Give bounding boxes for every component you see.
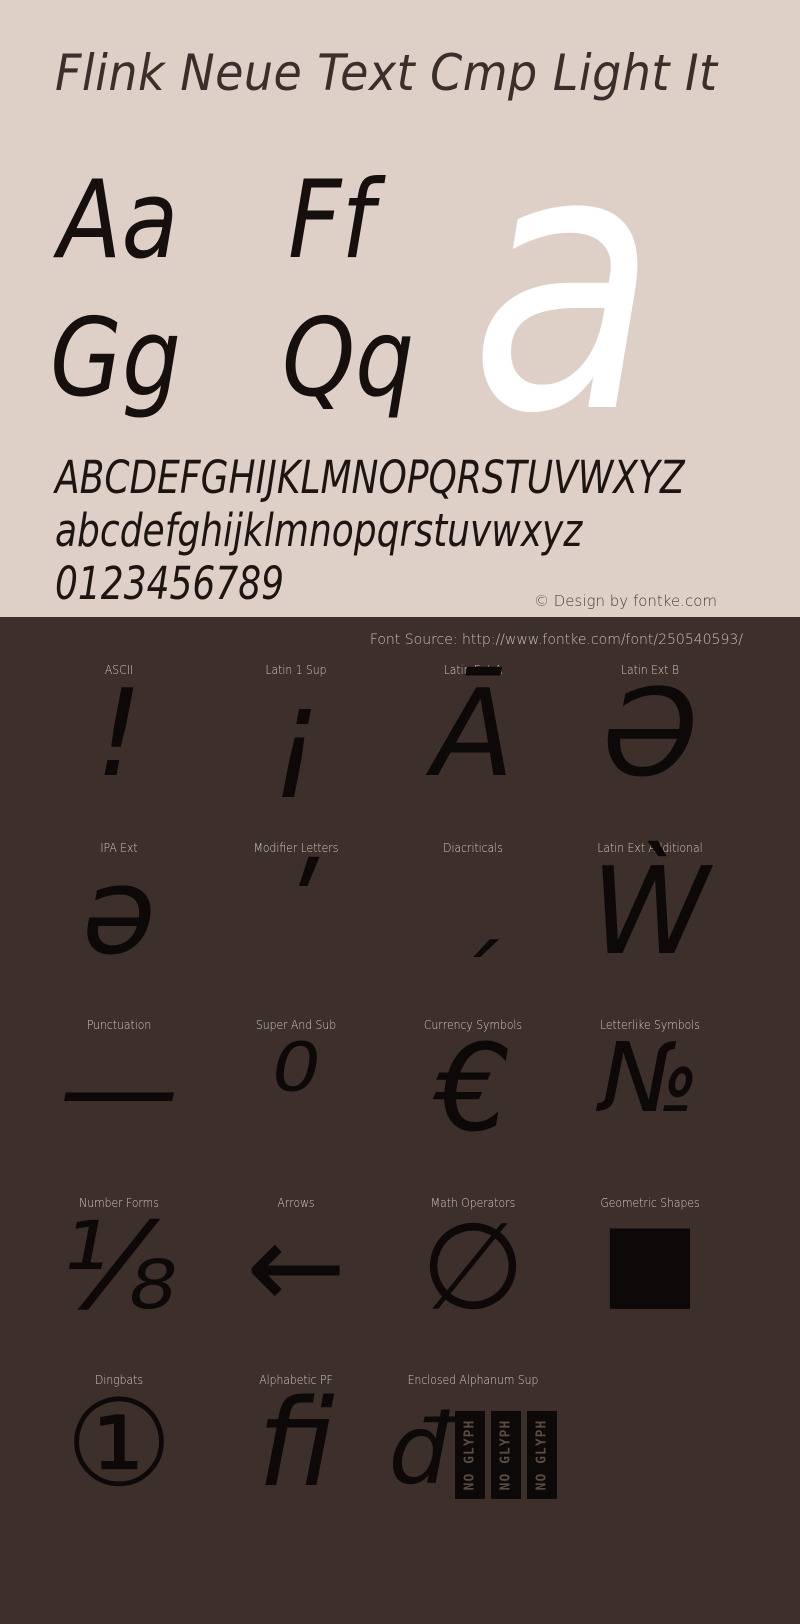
unicode-block-latin-ext-b[interactable]: Latin Ext B Ə — [561, 645, 739, 823]
unicode-block-modifier-letters[interactable]: Modifier Letters ʹ — [207, 823, 385, 1001]
copyright-credit: © Design by fontke.com — [533, 592, 717, 610]
font-specimen-page: Flink Neue Text Cmp Light It Aa Ff Gg Qq… — [0, 0, 800, 1624]
unicode-block-dingbats[interactable]: Dingbats ① — [30, 1355, 208, 1533]
unicode-block-arrows[interactable]: Arrows ← — [207, 1178, 385, 1356]
no-glyph-group: đ NO GLYPH NO GLYPH NO GLYPH — [384, 1394, 562, 1506]
no-glyph-label: NO GLYPH — [462, 1419, 478, 1491]
glyph-pair-aa: Aa — [58, 158, 179, 283]
unicode-coverage-panel: Font Source: http://www.fontke.com/font/… — [0, 617, 800, 1624]
glyph-showcase: Aa Ff Gg Qq a — [0, 103, 800, 463]
alphabet-lowercase: abcdefghijklmnopqrstuvwxyz — [55, 504, 583, 557]
unicode-block-punctuation[interactable]: Punctuation — — [30, 1000, 208, 1178]
no-glyph-box: NO GLYPH — [527, 1411, 558, 1499]
unicode-block-ascii[interactable]: ASCII ! — [30, 645, 208, 823]
glyph-pair-gg: Gg — [50, 296, 181, 421]
unicode-block-row: ASCII ! Latin 1 Sup ¡ Latin Ext A Ā Lati… — [0, 645, 800, 823]
unicode-block-alphabetic-pf[interactable]: Alphabetic PF ﬁ — [207, 1355, 385, 1533]
block-sample-glyph: Ə — [602, 665, 698, 804]
unicode-block-geometric-shapes[interactable]: Geometric Shapes ■ — [561, 1178, 739, 1356]
block-sample-glyph: ■ — [600, 1198, 700, 1321]
unicode-block-latin-ext-a[interactable]: Latin Ext A Ā — [384, 645, 562, 823]
block-sample-glyph: € — [434, 1020, 512, 1159]
block-sample-glyph: ⁰ — [271, 1020, 321, 1159]
unicode-block-math-operators[interactable]: Math Operators ∅ — [384, 1178, 562, 1356]
block-sample-glyph: đ — [388, 1394, 450, 1506]
block-sample-glyph: ˏ — [449, 844, 497, 957]
specimen-preview-panel: Flink Neue Text Cmp Light It Aa Ff Gg Qq… — [0, 0, 800, 617]
unicode-block-row: Number Forms ⅛ Arrows ← Math Operators ∅… — [0, 1178, 800, 1356]
unicode-block-letterlike-symbols[interactable]: Letterlike Symbols № — [561, 1000, 739, 1178]
alphabet-uppercase: ABCDEFGHIJKLMNOPQRSTUVWXYZ — [55, 451, 685, 504]
unicode-block-ipa-ext[interactable]: IPA Ext ə — [30, 823, 208, 1001]
alphabet-block: ABCDEFGHIJKLMNOPQRSTUVWXYZ abcdefghijklm… — [55, 455, 755, 614]
unicode-block-latin-1-sup[interactable]: Latin 1 Sup ¡ — [207, 645, 385, 823]
unicode-block-row: IPA Ext ə Modifier Letters ʹ Diacritical… — [0, 823, 800, 1001]
unicode-block-enclosed-alphanum-sup[interactable]: Enclosed Alphanum Sup đ NO GLYPH NO GLYP… — [384, 1355, 562, 1533]
block-label: Enclosed Alphanum Sup — [407, 1373, 539, 1387]
block-sample-glyph: № — [600, 1022, 700, 1134]
block-sample-glyph: ¡ — [271, 665, 321, 804]
glyph-pair-qq: Qq — [282, 296, 415, 421]
glyph-pair-ff: Ff — [288, 158, 375, 283]
no-glyph-box: NO GLYPH — [491, 1411, 522, 1499]
unicode-block-grid: ASCII ! Latin 1 Sup ¡ Latin Ext A Ā Lati… — [0, 645, 800, 1533]
unicode-block-row: Dingbats ① Alphabetic PF ﬁ Enclosed Alph… — [0, 1355, 800, 1533]
unicode-block-row: Punctuation — Super And Sub ⁰ Currency S… — [0, 1000, 800, 1178]
block-sample-glyph: ! — [94, 665, 144, 804]
unicode-block-empty — [561, 1355, 739, 1533]
unicode-block-number-forms[interactable]: Number Forms ⅛ — [30, 1178, 208, 1356]
no-glyph-label: NO GLYPH — [534, 1419, 550, 1491]
block-sample-glyph: ① — [65, 1375, 173, 1514]
block-sample-glyph: ﬁ — [257, 1375, 335, 1514]
block-sample-glyph: ⅛ — [60, 1197, 178, 1337]
alphabet-digits: 0123456789 — [55, 557, 285, 610]
unicode-block-latin-ext-additional[interactable]: Latin Ext Additional Ẁ — [561, 823, 739, 1001]
block-sample-glyph: ə — [82, 842, 156, 982]
unicode-block-super-and-sub[interactable]: Super And Sub ⁰ — [207, 1000, 385, 1178]
unicode-block-currency-symbols[interactable]: Currency Symbols € — [384, 1000, 562, 1178]
unicode-block-diacriticals[interactable]: Diacriticals ˏ — [384, 823, 562, 1001]
no-glyph-label: NO GLYPH — [498, 1419, 514, 1491]
block-sample-glyph: Ẁ — [590, 842, 710, 982]
hero-glyph: a — [470, 73, 658, 492]
block-sample-glyph: ← — [245, 1197, 347, 1337]
block-sample-glyph: Ā — [431, 665, 515, 804]
block-sample-glyph: — — [59, 1020, 179, 1159]
block-sample-glyph: ∅ — [420, 1197, 526, 1337]
no-glyph-box: NO GLYPH — [455, 1411, 486, 1499]
block-sample-glyph: ʹ — [279, 842, 313, 982]
